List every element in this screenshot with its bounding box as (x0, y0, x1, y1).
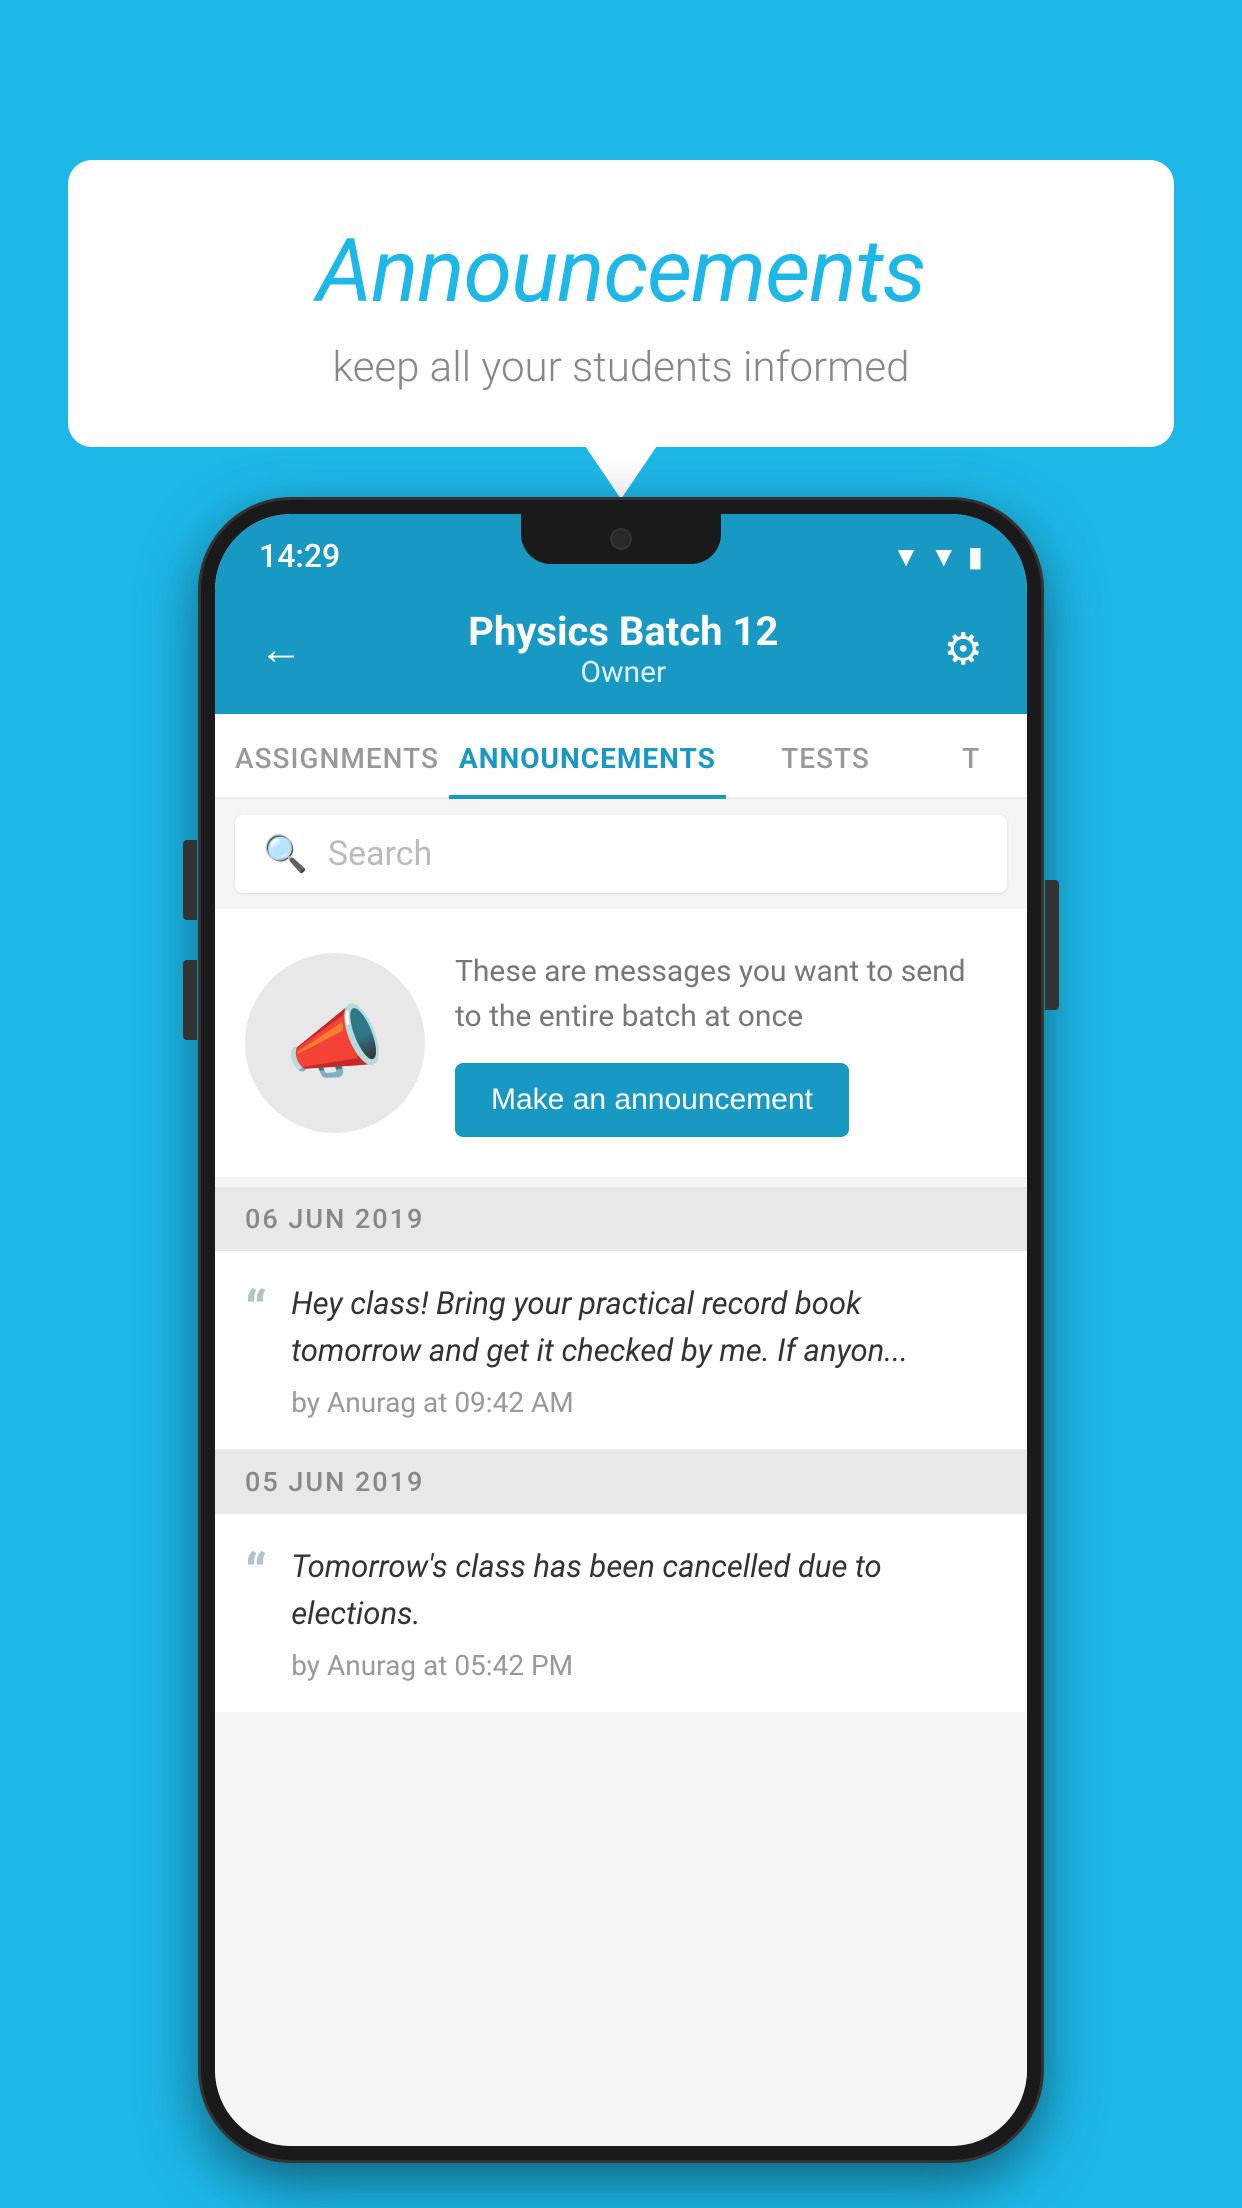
make-announcement-button[interactable]: Make an announcement (455, 1063, 849, 1137)
date-separator-june5: 05 JUN 2019 (215, 1450, 1027, 1514)
announcement-meta-2: by Anurag at 05:42 PM (291, 1649, 997, 1682)
phone-notch (521, 514, 721, 564)
quote-icon-2: “ (245, 1548, 267, 1682)
promo-text-area: These are messages you want to send to t… (455, 949, 997, 1137)
phone-frame: 14:29 ▼ ▼ ▮ ← Physics Batch 12 Owner ⚙ (201, 500, 1041, 2160)
phone-screen: 14:29 ▼ ▼ ▮ ← Physics Batch 12 Owner ⚙ (215, 514, 1027, 2146)
header-subtitle: Owner (468, 655, 778, 690)
settings-button[interactable]: ⚙ (944, 623, 983, 675)
announcement-text-2: Tomorrow's class has been cancelled due … (291, 1544, 997, 1682)
megaphone-circle: 📣 (245, 953, 425, 1133)
tab-tests[interactable]: TESTS (726, 714, 925, 797)
status-icons: ▼ ▼ ▮ (892, 540, 983, 573)
phone-outer: 14:29 ▼ ▼ ▮ ← Physics Batch 12 Owner ⚙ (201, 500, 1041, 2160)
date-separator-june6: 06 JUN 2019 (215, 1187, 1027, 1251)
promo-card: 📣 These are messages you want to send to… (215, 909, 1027, 1177)
tabs-bar: ASSIGNMENTS ANNOUNCEMENTS TESTS T (215, 714, 1027, 799)
tab-announcements[interactable]: ANNOUNCEMENTS (449, 714, 726, 797)
speech-bubble-title: Announcements (118, 220, 1124, 323)
search-placeholder: Search (328, 834, 432, 874)
search-bar[interactable]: 🔍 Search (235, 815, 1007, 893)
battery-icon: ▮ (968, 540, 983, 573)
back-button[interactable]: ← (259, 623, 303, 675)
announcement-message-1: Hey class! Bring your practical record b… (291, 1281, 997, 1374)
status-time: 14:29 (259, 537, 340, 575)
header-title: Physics Batch 12 (468, 608, 778, 655)
signal-icon: ▼ (930, 540, 958, 573)
app-header: ← Physics Batch 12 Owner ⚙ (215, 588, 1027, 714)
content-area: 🔍 Search 📣 These are messages you want t… (215, 799, 1027, 2146)
speech-bubble: Announcements keep all your students inf… (68, 160, 1174, 447)
speech-bubble-subtitle: keep all your students informed (118, 343, 1124, 392)
quote-icon-1: “ (245, 1285, 267, 1419)
tab-more[interactable]: T (925, 714, 1017, 797)
announcement-item-1[interactable]: “ Hey class! Bring your practical record… (215, 1251, 1027, 1450)
header-center: Physics Batch 12 Owner (468, 608, 778, 690)
announcement-message-2: Tomorrow's class has been cancelled due … (291, 1544, 997, 1637)
search-icon: 🔍 (263, 833, 308, 875)
wifi-icon: ▼ (892, 540, 920, 573)
tab-assignments[interactable]: ASSIGNMENTS (225, 714, 449, 797)
promo-description: These are messages you want to send to t… (455, 949, 997, 1039)
announcement-item-2[interactable]: “ Tomorrow's class has been cancelled du… (215, 1514, 1027, 1712)
speech-bubble-container: Announcements keep all your students inf… (68, 160, 1174, 447)
announcement-text-1: Hey class! Bring your practical record b… (291, 1281, 997, 1419)
announcement-meta-1: by Anurag at 09:42 AM (291, 1386, 997, 1419)
camera (610, 528, 632, 550)
megaphone-icon: 📣 (285, 996, 385, 1090)
